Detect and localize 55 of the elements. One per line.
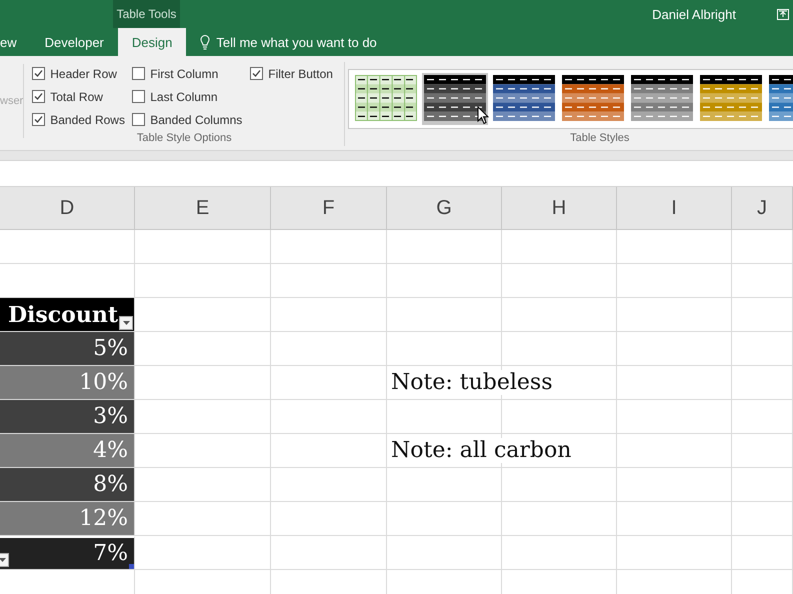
lightbulb-icon [200, 34, 210, 50]
checkbox[interactable] [32, 90, 46, 103]
column-header[interactable]: D [0, 187, 135, 230]
checkbox[interactable] [132, 67, 146, 80]
column-header[interactable]: I [617, 187, 732, 230]
group-title: Table Styles [569, 132, 630, 146]
empty-cell [732, 264, 793, 298]
pointer-cursor-icon [477, 106, 489, 125]
checkbox[interactable] [32, 67, 46, 80]
column-header[interactable]: F [271, 187, 387, 230]
ribbon-tab[interactable]: Developer [30, 28, 118, 56]
empty-cell [732, 502, 793, 536]
table-cell: 4% [93, 438, 128, 463]
empty-cell [732, 400, 793, 434]
table-cell: 5% [93, 336, 128, 361]
checkbox[interactable] [132, 90, 146, 103]
checkbox[interactable] [250, 67, 264, 80]
table-header-cell: Discount [8, 302, 118, 328]
empty-cell [732, 332, 793, 366]
caret-icon [0, 558, 6, 562]
ribbon-tab[interactable]: ew [0, 28, 31, 56]
ribbon-display-icon[interactable] [777, 8, 789, 20]
total-cell: 7% [93, 541, 128, 566]
caret-icon [122, 321, 130, 325]
ribbon-tab[interactable]: Design [118, 28, 186, 56]
fill-handle-icon[interactable] [129, 564, 134, 569]
empty-cell [732, 298, 793, 332]
table-cell: 3% [93, 404, 128, 429]
empty-cell [732, 468, 793, 502]
option-label[interactable]: Header Row [50, 66, 117, 80]
option-label[interactable]: First Column [150, 66, 218, 80]
empty-cell [732, 230, 793, 264]
empty-cell [732, 434, 793, 468]
checkbox[interactable] [32, 113, 46, 126]
checkbox[interactable] [132, 113, 146, 126]
empty-cell [732, 366, 793, 400]
option-label[interactable]: Total Row [50, 90, 103, 104]
option-label[interactable]: Banded Rows [50, 112, 125, 126]
table-cell: 8% [93, 472, 128, 497]
empty-cell [732, 536, 793, 570]
user-name[interactable]: Daniel Albright [652, 6, 736, 22]
column-header[interactable]: J [732, 187, 793, 230]
option-label[interactable]: Filter Button [268, 66, 333, 80]
filter-dropdown-button[interactable] [119, 316, 133, 330]
table-style-thumbnail[interactable] [422, 73, 488, 125]
group-title: Table Style Options [136, 132, 233, 146]
option-label[interactable]: Banded Columns [150, 112, 242, 126]
option-label[interactable]: Last Column [150, 90, 218, 104]
table-cell: 12% [79, 506, 128, 531]
contextual-tab-label: Table Tools [113, 0, 180, 28]
tell-me-field[interactable]: Tell me what you want to do [216, 34, 377, 50]
column-header[interactable]: G [387, 187, 502, 230]
column-header[interactable]: E [135, 187, 271, 230]
table-cell: 10% [79, 370, 128, 395]
column-header[interactable]: H [502, 187, 617, 230]
